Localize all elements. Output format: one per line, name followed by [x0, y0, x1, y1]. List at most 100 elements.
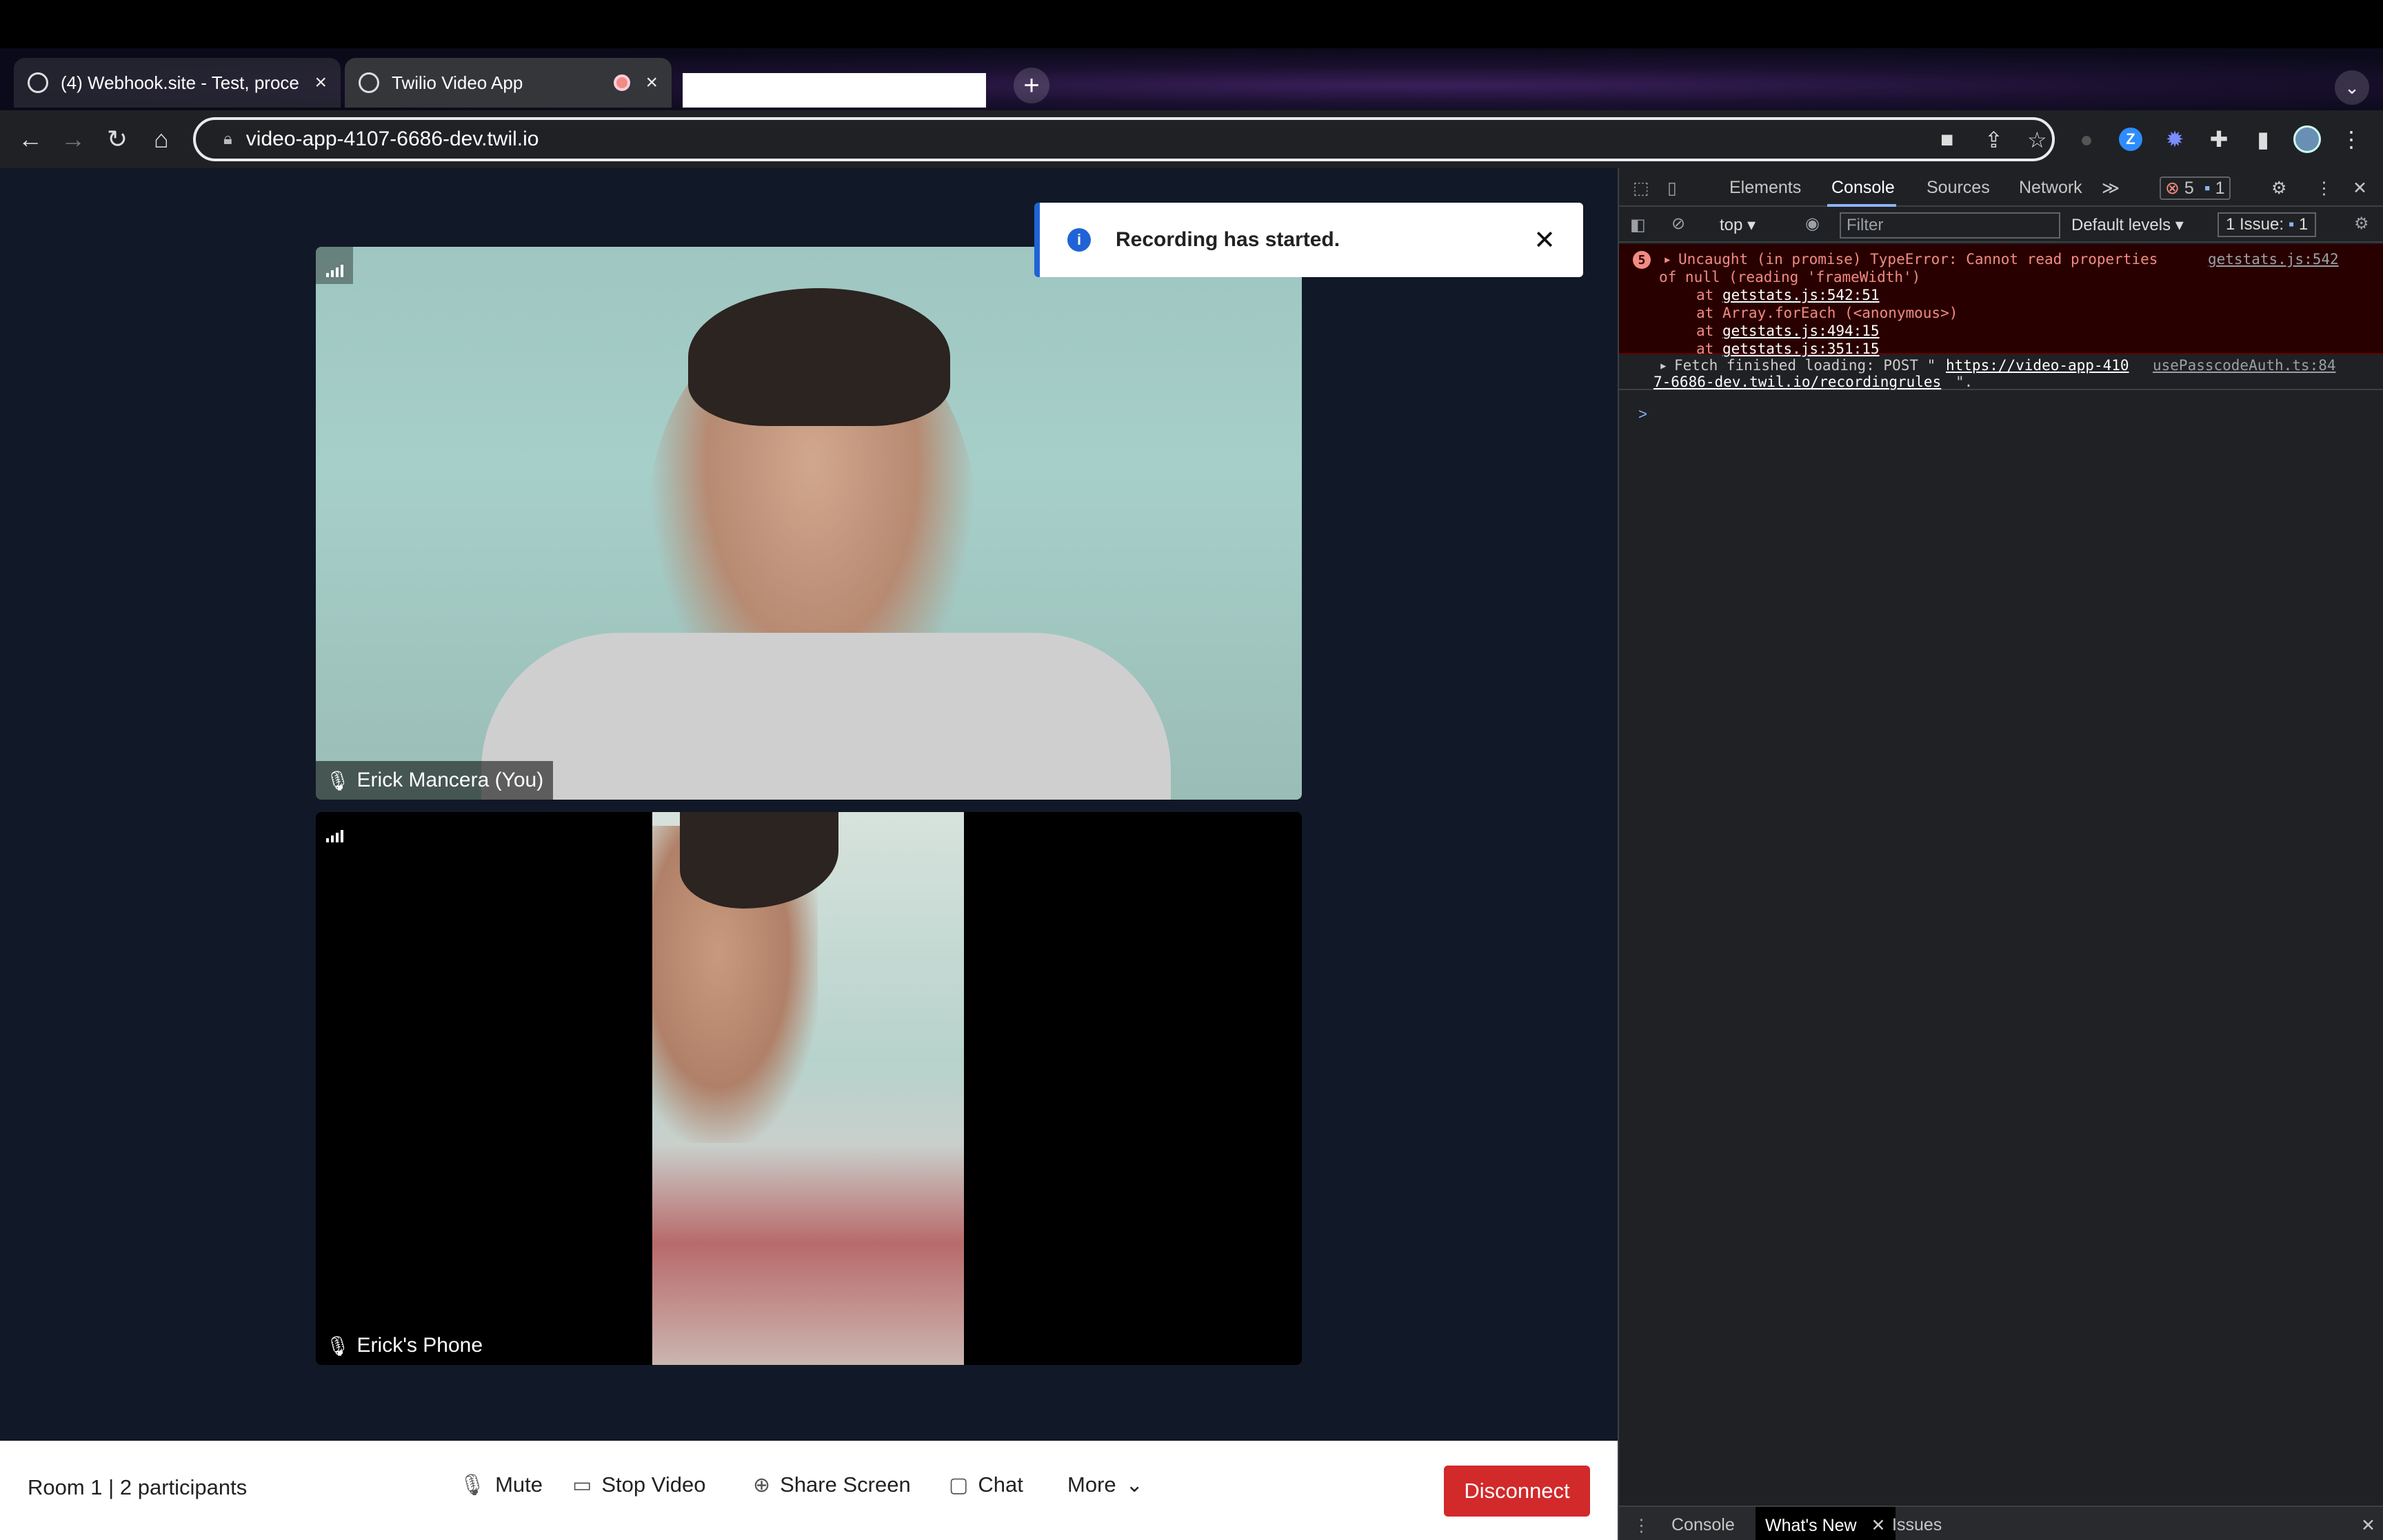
devtools-drawer-tabs: ⋮ Console What's New ✕ Issues ✕ [1619, 1506, 2383, 1540]
local-participant-tile: 🎙︎ Erick Mancera (You) [316, 247, 1302, 800]
message-count: 1 [2215, 179, 2225, 198]
close-tab-icon[interactable]: ✕ [1871, 1516, 1886, 1535]
recording-indicator-icon [614, 74, 631, 91]
more-button[interactable]: More ⌄ [1067, 1472, 1143, 1497]
devtools-panel: ⬚ ▯ Elements Console Sources Network ≫ ⊗… [1618, 168, 2383, 1540]
message-icon: ▪ [2288, 215, 2295, 234]
globe-icon [359, 72, 379, 93]
sidebar-toggle-icon[interactable]: ◧ [1630, 215, 1646, 235]
profile-avatar[interactable] [2291, 123, 2324, 156]
info-icon: i [1067, 228, 1091, 252]
devtools-tab-bar: ⬚ ▯ Elements Console Sources Network ≫ ⊗… [1619, 168, 2383, 207]
drawer-tab-whats-new[interactable]: What's New ✕ [1756, 1507, 1896, 1540]
address-bar[interactable]: 🔒︎ video-app-4107-6686-dev.twil.io ■ ⇪ ☆ [193, 117, 2055, 161]
chat-button[interactable]: ▢ Chat [949, 1472, 1023, 1497]
console-filter-input[interactable]: Filter [1840, 212, 2060, 239]
stack-frame-link[interactable]: getstats.js:542:51 [1722, 287, 1880, 303]
issues-button[interactable]: 1 Issue: ▪ 1 [2218, 212, 2317, 237]
tab-title: (4) Webhook.site - Test, proce [61, 72, 299, 93]
stack-at-label: at [1696, 305, 1714, 321]
close-devtools-icon[interactable]: ✕ [2353, 178, 2367, 199]
back-arrow-icon[interactable]: ← [14, 123, 47, 156]
more-label: More [1067, 1472, 1116, 1497]
camera-in-use-icon[interactable]: ■ [1940, 127, 1953, 152]
home-icon[interactable]: ⌂ [145, 123, 178, 156]
error-repeat-badge: 5 [1633, 251, 1651, 269]
kebab-menu-icon[interactable]: ⋮ [2335, 123, 2368, 156]
disconnect-button[interactable]: Disconnect [1444, 1466, 1590, 1517]
tab-elements[interactable]: Elements [1729, 178, 1801, 198]
network-quality-icon [316, 247, 353, 284]
chat-label: Chat [978, 1472, 1023, 1497]
log-levels-dropdown[interactable]: Default levels ▾ [2071, 215, 2184, 235]
stack-frame-link[interactable]: getstats.js:494:15 [1722, 323, 1880, 339]
console-error-message[interactable]: 5 ▸ Uncaught (in promise) TypeError: Can… [1619, 244, 2383, 357]
share-screen-button[interactable]: ⊕ Share Screen [753, 1472, 911, 1497]
reload-icon[interactable]: ↻ [101, 123, 134, 156]
live-expression-eye-icon[interactable]: ◉ [1805, 214, 1820, 234]
drawer-tab-console[interactable]: Console [1671, 1515, 1735, 1535]
error-line-2: of null (reading 'frameWidth') [1659, 269, 1921, 285]
room-name: Room 1 [28, 1475, 103, 1499]
log-levels-label: Default levels [2071, 216, 2171, 234]
chevron-down-icon: ⌄ [1125, 1473, 1143, 1497]
tab-webhook[interactable]: (4) Webhook.site - Test, proce × [14, 58, 341, 108]
extension-icon[interactable]: ● [2070, 123, 2103, 156]
puzzle-extensions-icon[interactable]: ✚ [2202, 123, 2235, 156]
inspect-element-icon[interactable]: ⬚ [1633, 178, 1649, 199]
context-selector[interactable]: top ▾ [1720, 215, 1756, 235]
console-log-message[interactable]: ▸ Fetch finished loading: POST " https:/… [1619, 356, 2383, 390]
error-count-badge[interactable]: ⊗ 5 ▪ 1 [2160, 176, 2231, 200]
drawer-tab-issues[interactable]: Issues [1892, 1515, 1942, 1535]
tab-sources[interactable]: Sources [1927, 178, 1990, 198]
side-panel-icon[interactable]: ▮ [2246, 123, 2280, 156]
more-tabs-icon[interactable]: ≫ [2102, 178, 2120, 199]
tab-twilio-video-app[interactable]: Twilio Video App × [345, 58, 672, 108]
participant-count: 2 participants [119, 1475, 248, 1499]
zoom-extension-icon[interactable]: Z [2114, 123, 2147, 156]
clear-console-icon[interactable]: ⊘ [1671, 214, 1685, 234]
hair-shape [688, 288, 950, 426]
mute-label: Mute [495, 1472, 543, 1497]
forward-arrow-icon[interactable]: → [57, 123, 90, 156]
gear-extension-icon[interactable]: ✹ [2158, 123, 2191, 156]
tab-close-icon[interactable]: × [314, 71, 327, 94]
bookmark-star-icon[interactable]: ☆ [2027, 127, 2047, 153]
tab-network[interactable]: Network [2019, 178, 2082, 198]
settings-gear-icon[interactable]: ⚙ [2271, 178, 2286, 199]
stack-frame-link[interactable]: getstats.js:351:15 [1722, 341, 1880, 357]
participant-name: Erick Mancera (You) [356, 769, 544, 791]
stop-video-label: Stop Video [601, 1472, 706, 1497]
toast-close-icon[interactable]: ✕ [1534, 225, 1556, 256]
new-tab-button[interactable]: + [1014, 68, 1049, 103]
stop-video-button[interactable]: ▭ Stop Video [572, 1472, 705, 1497]
video-camera-icon: ▭ [572, 1473, 592, 1497]
device-toolbar-icon[interactable]: ▯ [1667, 178, 1677, 199]
error-source-link[interactable]: getstats.js:542 [2208, 251, 2339, 267]
issues-count: 1 [2298, 215, 2309, 234]
console-prompt[interactable]: > [1638, 405, 1647, 423]
share-icon[interactable]: ⇪ [1984, 127, 2003, 153]
expand-triangle-icon[interactable]: ▸ [1659, 357, 1668, 374]
tab-search-chevron-icon[interactable]: ⌄ [2335, 70, 2369, 105]
log-url-link[interactable]: https://video-app-410 [1946, 357, 2129, 374]
tab-close-icon[interactable]: × [645, 71, 658, 94]
expand-triangle-icon[interactable]: ▸ [1663, 251, 1672, 267]
error-icon: ⊗ [2165, 179, 2180, 198]
tab-title: Twilio Video App [392, 72, 523, 93]
message-icon: ▪ [2204, 179, 2211, 198]
microphone-icon: 🎙︎ [325, 1335, 350, 1357]
console-settings-gear-icon[interactable]: ⚙ [2354, 214, 2369, 234]
tab-redacted[interactable] [683, 73, 986, 108]
microphone-icon: 🎙︎ [459, 1473, 486, 1497]
browser-tab-strip: (4) Webhook.site - Test, proce × Twilio … [0, 48, 2383, 110]
close-drawer-icon[interactable]: ✕ [2361, 1515, 2375, 1536]
devtools-kebab-icon[interactable]: ⋮ [2315, 178, 2333, 199]
video-app-main: 🎙︎ Erick Mancera (You) 🎙︎ Erick's Phone [0, 168, 1618, 1441]
log-source-link[interactable]: usePasscodeAuth.ts:84 [2153, 357, 2336, 374]
log-url-link[interactable]: 7-6686-dev.twil.io/recordingrules [1653, 374, 1941, 390]
room-info: Room 1 | 2 participants [28, 1475, 247, 1500]
tab-console[interactable]: Console [1831, 178, 1895, 198]
mute-button[interactable]: 🎙︎ Mute [459, 1472, 543, 1497]
drawer-menu-icon[interactable]: ⋮ [1633, 1515, 1650, 1536]
